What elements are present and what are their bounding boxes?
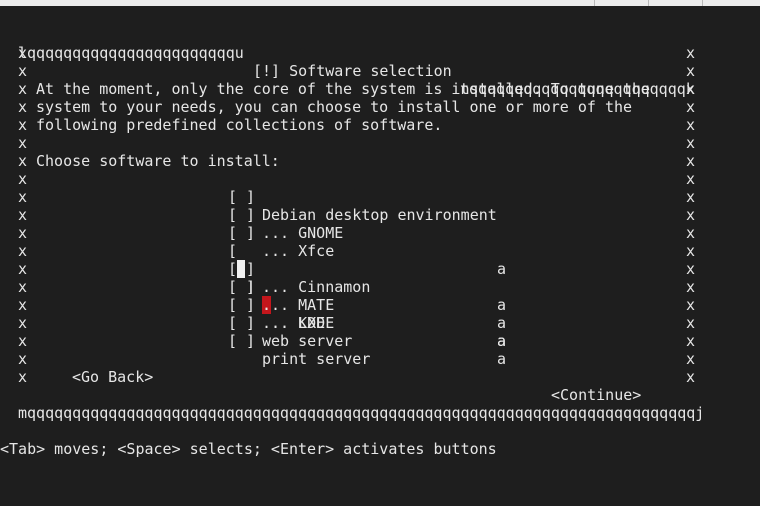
- border-right-x: x: [686, 242, 696, 260]
- border-left-x: x: [18, 134, 28, 152]
- border-left-x: x: [18, 188, 28, 206]
- software-label: ... LXDE: [262, 314, 335, 332]
- choose-prompt: Choose software to install:: [36, 152, 280, 170]
- border-right-x: x: [686, 170, 696, 188]
- checkbox[interactable]: [ ]: [228, 260, 255, 278]
- border-left-x: x: [18, 332, 28, 350]
- border-right-x: x: [686, 350, 696, 368]
- border-right-x: x: [686, 188, 696, 206]
- help-text: <Tab> moves; <Space> selects; <Enter> ac…: [0, 440, 497, 458]
- software-label: print server: [262, 350, 371, 368]
- dialog-bottom-border: mqqqqqqqqqqqqqqqqqqqqqqqqqqqqqqqqqqqqqqq…: [0, 386, 704, 422]
- border-bottom: mqqqqqqqqqqqqqqqqqqqqqqqqqqqqqqqqqqqqqqq…: [18, 404, 705, 422]
- checkbox-open-bracket: [: [228, 242, 238, 260]
- border-left-x: x: [18, 116, 28, 134]
- continue-button[interactable]: <Continue>: [551, 386, 641, 404]
- border-left-x: x: [18, 368, 28, 386]
- border-right-x: x: [686, 98, 696, 116]
- border-left-x: x: [18, 152, 28, 170]
- item-marker: a: [497, 350, 507, 368]
- border-top-left: lqqqqqqqqqqqqqqqqqqqqqqqu: [18, 44, 244, 62]
- dialog-top-border: lqqqqqqqqqqqqqqqqqqqqqqqu [!] Software s…: [0, 26, 695, 98]
- border-left-x: x: [18, 98, 28, 116]
- checkbox[interactable]: [ ]: [228, 314, 255, 332]
- help-line: <Tab> moves; <Space> selects; <Enter> ac…: [0, 422, 497, 458]
- intro-text: following predefined collections of soft…: [36, 116, 443, 134]
- strip-separator: [702, 0, 703, 6]
- item-marker: a: [497, 332, 507, 350]
- border-right-x: x: [686, 152, 696, 170]
- software-label: ... GNOME: [262, 224, 344, 242]
- border-right-x: x: [686, 278, 696, 296]
- border-right-x: x: [686, 206, 696, 224]
- checkbox[interactable]: [ ]: [228, 278, 255, 296]
- border-left-x: x: [18, 206, 28, 224]
- border-left-x: x: [18, 260, 28, 278]
- border-right-x: x: [686, 134, 696, 152]
- border-left-x: x: [18, 350, 28, 368]
- intro-text: At the moment, only the core of the syst…: [36, 80, 651, 98]
- border-right-x: x: [686, 116, 696, 134]
- terminal-screen: lqqqqqqqqqqqqqqqqqqqqqqqu [!] Software s…: [0, 0, 760, 506]
- border-left-x: x: [18, 80, 28, 98]
- border-right-x: x: [686, 332, 696, 350]
- checkbox[interactable]: [ ]: [228, 188, 255, 206]
- border-right-x: x: [686, 368, 696, 386]
- checkbox[interactable]: [ ]: [228, 206, 255, 224]
- checkbox[interactable]: [ ]: [228, 224, 255, 242]
- item-marker: a: [497, 314, 507, 332]
- checkbox[interactable]: [ ]: [228, 296, 255, 314]
- dialog-title: [!] Software selection: [253, 62, 452, 80]
- border-left-x: x: [18, 296, 28, 314]
- border-left-x: x: [18, 224, 28, 242]
- border-right-x: x: [686, 296, 696, 314]
- border-left-x: x: [18, 170, 28, 188]
- border-right-x: x: [686, 224, 696, 242]
- go-back-button[interactable]: <Go Back>: [72, 368, 153, 386]
- border-left-x: x: [18, 242, 28, 260]
- border-left-x: x: [18, 278, 28, 296]
- border-right-x: x: [686, 80, 696, 98]
- window-top-strip: [0, 0, 760, 6]
- checkbox[interactable]: [ ]: [228, 332, 255, 350]
- border-left-x: x: [18, 314, 28, 332]
- intro-text: system to your needs, you can choose to …: [36, 98, 633, 116]
- software-label: ... Xfce: [262, 242, 335, 260]
- software-label: web server: [262, 332, 353, 350]
- item-marker: a: [497, 296, 507, 314]
- software-label: ... Cinnamon: [262, 278, 371, 296]
- border-left-x: x: [18, 62, 28, 80]
- border-right-x: x: [686, 314, 696, 332]
- border-right-x: x: [686, 44, 696, 62]
- software-label: ... MATE: [262, 296, 335, 314]
- border-left-x: x: [18, 44, 28, 62]
- software-label: Debian desktop environment: [262, 206, 497, 224]
- strip-separator: [648, 0, 649, 6]
- border-right-x: x: [686, 62, 696, 80]
- item-marker: a: [497, 260, 507, 278]
- strip-separator: [594, 0, 595, 6]
- border-right-x: x: [686, 260, 696, 278]
